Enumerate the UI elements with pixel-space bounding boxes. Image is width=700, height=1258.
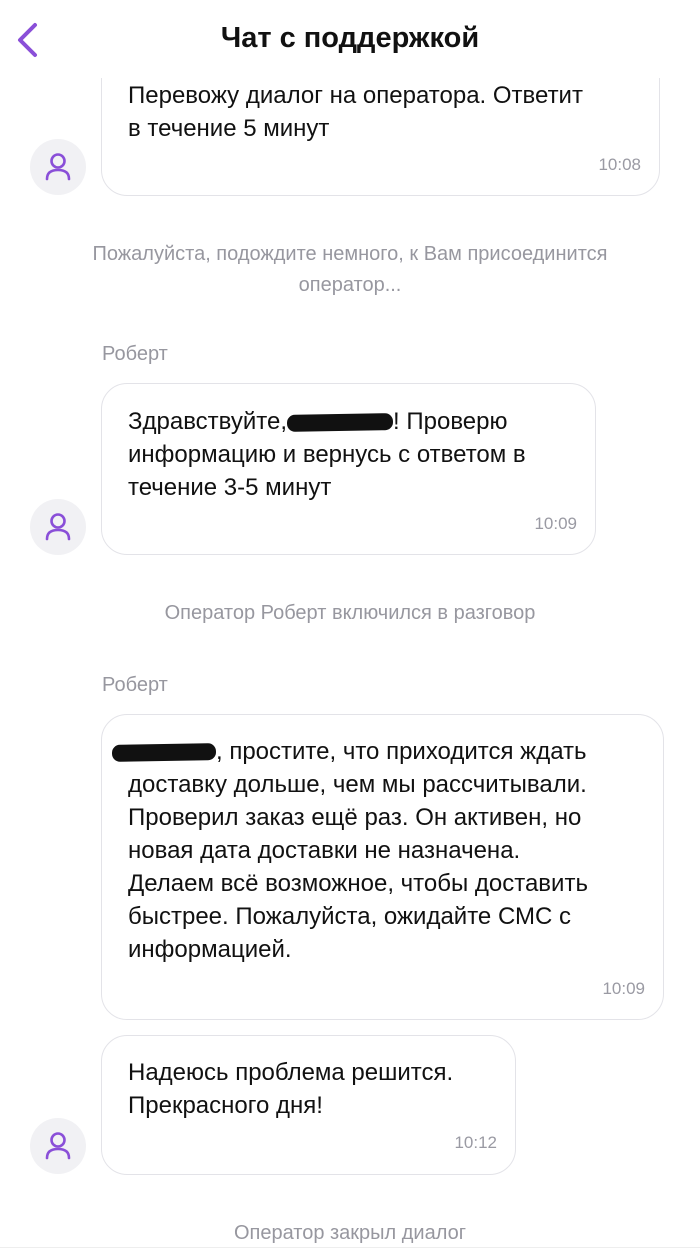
avatar [30,499,86,555]
user-icon [45,1132,71,1160]
message-bubble: , простите, что приходится ждать доставк… [101,714,664,1020]
chat-header: Чат с поддержкой [0,0,700,78]
message-text-start: Здравствуйте, [128,408,288,435]
message-bubble: Здравствуйте,! Проверю информацию и верн… [101,383,596,555]
message-author: Роберт [102,674,168,696]
bottom-divider [0,1247,700,1258]
message-text: Надеюсь проблема решится. Прекрасного дн… [128,1059,454,1119]
system-message: Оператор закрыл диалог [233,1222,467,1244]
message-time: 10:09 [534,514,577,533]
avatar [30,139,86,195]
message-time: 10:09 [602,979,645,998]
system-message: Оператор Роберт включился в разговор [164,602,536,624]
message-text: , простите, что приходится ждать доставк… [111,715,637,966]
avatar [30,1118,86,1174]
message-author: Роберт [102,343,168,365]
system-message: Пожалуйста, подождите немного, к Вам при… [92,243,608,296]
message-time: 10:12 [454,1133,497,1152]
redacted-name [111,743,217,762]
page-title: Чат с поддержкой [220,22,480,54]
message-time: 10:08 [598,155,641,174]
message-text-end: , простите, что приходится ждать доставк… [128,738,588,963]
user-icon [45,153,71,181]
message-text: Здравствуйте,! Проверю информацию и верн… [128,384,569,504]
user-icon [45,513,71,541]
redacted-name [286,413,394,432]
message-bubble: Надеюсь проблема решится. Прекрасного дн… [101,1035,516,1175]
